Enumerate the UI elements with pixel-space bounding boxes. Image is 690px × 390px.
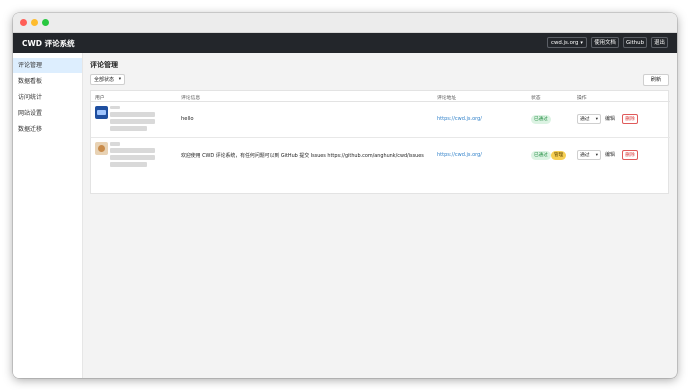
comment-url-link[interactable]: https://cwd.js.org/ xyxy=(437,152,482,158)
user-ip-redacted xyxy=(110,162,147,167)
avatar xyxy=(95,106,108,119)
user-name-redacted xyxy=(110,106,120,109)
sidebar-item-settings[interactable]: 网站设置 xyxy=(13,106,82,121)
column-header-comment: 评论信息 xyxy=(181,96,201,101)
sidebar-item-analytics[interactable]: 访问统计 xyxy=(13,90,82,105)
user-name-redacted xyxy=(110,142,120,146)
window-titlebar xyxy=(13,13,677,33)
sidebar-item-comments[interactable]: 评论管理 xyxy=(13,58,82,73)
chevron-down-icon: ▾ xyxy=(595,153,598,158)
browser-window: CWD 评论系统 cwd.js.org ▾ 使用文档 Github 退出 评论管理… xyxy=(13,13,677,378)
refresh-button[interactable]: 刷新 xyxy=(643,74,669,86)
zoom-window-button[interactable] xyxy=(42,19,49,26)
sidebar-item-migration[interactable]: 数据迁移 xyxy=(13,122,82,137)
minimize-window-button[interactable] xyxy=(31,19,38,26)
docs-button[interactable]: 使用文档 xyxy=(591,37,619,48)
edit-button[interactable]: 编辑 xyxy=(605,115,615,123)
sidebar: 评论管理 数据看板 访问统计 网站设置 数据迁移 xyxy=(13,53,83,378)
close-window-button[interactable] xyxy=(20,19,27,26)
column-header-url: 评论地址 xyxy=(437,96,457,101)
status-badge: 已通过 xyxy=(531,115,551,124)
comment-text: 欢迎使用 CWD 评论系统，有任何问题可以到 GitHub 提交 Issues … xyxy=(181,153,424,159)
page-title: 评论管理 xyxy=(90,61,118,69)
chevron-down-icon: ▾ xyxy=(595,117,598,122)
sidebar-item-dashboard[interactable]: 数据看板 xyxy=(13,74,82,89)
site-select-value: cwd.js.org xyxy=(551,40,579,46)
status-filter-select[interactable]: 全部状态 ▾ xyxy=(90,74,125,85)
chevron-down-icon: ▾ xyxy=(118,77,121,82)
user-ip-redacted xyxy=(110,126,147,131)
delete-button[interactable]: 删除 xyxy=(622,150,638,160)
column-header-status: 状态 xyxy=(531,96,541,101)
user-email-redacted xyxy=(110,112,155,117)
main-content: 评论管理 全部状态 ▾ 刷新 用户 评论信息 评论地址 状态 操作 hello … xyxy=(84,53,677,378)
brand-title: CWD 评论系统 xyxy=(22,39,75,48)
table-header: 用户 评论信息 评论地址 状态 操作 xyxy=(91,91,670,102)
comments-table: 用户 评论信息 评论地址 状态 操作 hello https://cwd.js.… xyxy=(90,90,670,194)
status-badge: 已通过 xyxy=(531,151,551,160)
app-header: CWD 评论系统 cwd.js.org ▾ 使用文档 Github 退出 xyxy=(13,33,677,53)
status-action-value: 通过 xyxy=(580,117,590,122)
site-select[interactable]: cwd.js.org ▾ xyxy=(547,37,587,48)
user-email-redacted xyxy=(110,148,155,153)
comment-url-link[interactable]: https://cwd.js.org/ xyxy=(437,116,482,122)
edit-button[interactable]: 编辑 xyxy=(605,151,615,159)
user-site-redacted xyxy=(110,155,155,160)
github-button[interactable]: Github xyxy=(623,37,647,48)
chevron-down-icon: ▾ xyxy=(580,40,583,46)
status-action-select[interactable]: 通过 ▾ xyxy=(577,150,601,160)
comment-text: hello xyxy=(181,116,194,122)
status-action-value: 通过 xyxy=(580,153,590,158)
column-header-user: 用户 xyxy=(95,96,105,101)
avatar xyxy=(95,142,108,155)
user-site-redacted xyxy=(110,119,155,124)
delete-button[interactable]: 删除 xyxy=(622,114,638,124)
table-row: 欢迎使用 CWD 评论系统，有任何问题可以到 GitHub 提交 Issues … xyxy=(91,138,670,174)
status-filter-value: 全部状态 xyxy=(94,77,115,83)
logout-button[interactable]: 退出 xyxy=(651,37,668,48)
status-action-select[interactable]: 通过 ▾ xyxy=(577,114,601,124)
table-row: hello https://cwd.js.org/ 已通过 通过 ▾ 编辑 删除 xyxy=(91,102,670,138)
admin-badge: 管理 xyxy=(551,151,567,160)
column-header-actions: 操作 xyxy=(577,96,587,101)
